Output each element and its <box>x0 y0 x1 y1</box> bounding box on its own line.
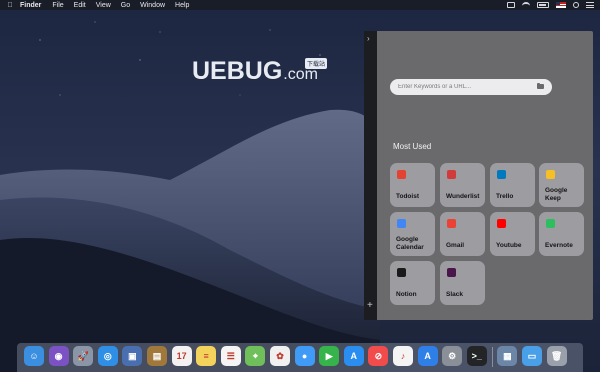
search-input[interactable] <box>398 84 538 90</box>
shortcut-tile-label: Slack <box>446 291 463 298</box>
menu-bar:  Finder File Edit View Go Window Help <box>0 0 600 10</box>
music-icon[interactable]: ♪ <box>393 346 413 366</box>
shortcut-tile-google-keep[interactable]: Google Keep <box>539 163 584 207</box>
shortcut-tile-label: Trello <box>496 193 514 200</box>
downloads-folder-icon[interactable]: ▭ <box>522 346 542 366</box>
notification-center-icon[interactable] <box>586 2 594 8</box>
app-store-alt-icon[interactable]: A <box>417 346 438 366</box>
evernote-icon <box>546 219 555 228</box>
menu-file[interactable]: File <box>52 2 63 9</box>
notion-icon <box>397 268 406 277</box>
siri-icon[interactable]: ◉ <box>48 346 69 366</box>
trello-icon <box>497 170 506 179</box>
calendar-icon[interactable]: 17 <box>171 346 192 366</box>
trash-icon[interactable]: 🗑 <box>546 346 567 366</box>
maps-icon[interactable]: ⌖ <box>245 346 266 366</box>
youtube-icon <box>497 219 506 228</box>
shortcut-tile-label: Google Calendar <box>396 236 424 251</box>
menu-window[interactable]: Window <box>140 2 165 9</box>
photo-browser-icon[interactable]: ▣ <box>122 346 143 366</box>
spotlight-search-icon[interactable] <box>573 2 579 8</box>
wunderlist-icon <box>447 170 456 179</box>
app-store-icon[interactable]: A <box>343 346 364 366</box>
input-source-flag-icon[interactable] <box>556 2 566 8</box>
menu-edit[interactable]: Edit <box>74 2 86 9</box>
shortcut-tile-youtube[interactable]: Youtube <box>490 212 535 256</box>
facetime-icon[interactable]: ▶ <box>319 346 340 366</box>
finder-icon[interactable]: ☺ <box>24 346 44 366</box>
launchpad-icon[interactable]: 🚀 <box>73 346 94 366</box>
dock: ☺ ◉ 🚀 ◎ ▣ ▤ 17 ≡ ☰ ⌖ ✿ ● ▶ A ⊘ ♪ A ⚙ >_ ▦ ▭ 🗑 <box>17 343 583 372</box>
panel-rail: › + <box>364 31 377 320</box>
messages-icon[interactable]: ● <box>294 346 315 366</box>
photos-icon[interactable]: ✿ <box>270 346 290 366</box>
shortcut-tile-evernote[interactable]: Evernote <box>539 212 584 256</box>
shortcut-tile-wunderlist[interactable]: Wunderlist <box>440 163 485 207</box>
shortcut-tile-notion[interactable]: Notion <box>390 261 435 305</box>
menu-go[interactable]: Go <box>121 2 130 9</box>
slack-icon <box>447 268 456 277</box>
shortcut-tile-trello[interactable]: Trello <box>490 163 535 207</box>
airplay-icon[interactable] <box>507 2 515 8</box>
safari-icon[interactable]: ◎ <box>97 346 118 366</box>
shortcut-tile-label: Google Keep <box>545 187 568 202</box>
news-icon[interactable]: ⊘ <box>368 346 389 366</box>
notes-icon[interactable]: ≡ <box>196 346 217 366</box>
gmail-icon <box>447 219 456 228</box>
most-used-heading: Most Used <box>393 142 432 151</box>
google-calendar-icon <box>397 219 406 228</box>
menu-view[interactable]: View <box>96 2 111 9</box>
wifi-icon[interactable] <box>522 2 530 8</box>
reminders-icon[interactable]: ☰ <box>220 346 241 366</box>
preview-icon[interactable]: ▦ <box>497 346 518 366</box>
dock-separator <box>492 347 494 367</box>
shortcut-tile-label: Notion <box>396 291 417 298</box>
menu-bar-status-area <box>507 0 594 10</box>
shortcut-tile-todoist[interactable]: Todoist <box>390 163 435 207</box>
shortcut-tile-label: Todoist <box>396 193 419 200</box>
menu-help[interactable]: Help <box>175 2 189 9</box>
shortcut-tile-label: Evernote <box>545 242 573 249</box>
shortcut-tile-gmail[interactable]: Gmail <box>440 212 485 256</box>
shortcut-tile-slack[interactable]: Slack <box>440 261 485 305</box>
watermark-main-text: UEBUG <box>192 57 283 85</box>
google-keep-icon <box>546 170 555 179</box>
terminal-icon[interactable]: >_ <box>466 346 487 366</box>
add-icon[interactable]: + <box>367 301 373 311</box>
shortcut-tile-label: Wunderlist <box>446 193 480 200</box>
new-tab-panel: › + Most Used Todoist Wunderlist Trello Goo… <box>364 31 593 320</box>
watermark-badge: 下载站 <box>305 58 328 69</box>
shortcut-tile-label: Gmail <box>446 242 465 249</box>
notebook-icon[interactable]: ▤ <box>147 346 167 366</box>
shortcut-tile-label: Youtube <box>496 242 522 249</box>
apple-logo-icon[interactable]:  <box>0 2 20 9</box>
todoist-icon <box>397 170 406 179</box>
site-watermark-logo: UEBUG .com 下载站 <box>192 57 328 87</box>
battery-icon[interactable] <box>537 2 549 8</box>
search-bar <box>390 79 552 95</box>
menu-app-name[interactable]: Finder <box>20 2 41 9</box>
chevron-right-icon[interactable]: › <box>367 35 370 43</box>
folder-icon[interactable] <box>537 83 544 89</box>
system-preferences-icon[interactable]: ⚙ <box>442 346 463 366</box>
shortcut-tile-google-calendar[interactable]: Google Calendar <box>390 212 435 256</box>
